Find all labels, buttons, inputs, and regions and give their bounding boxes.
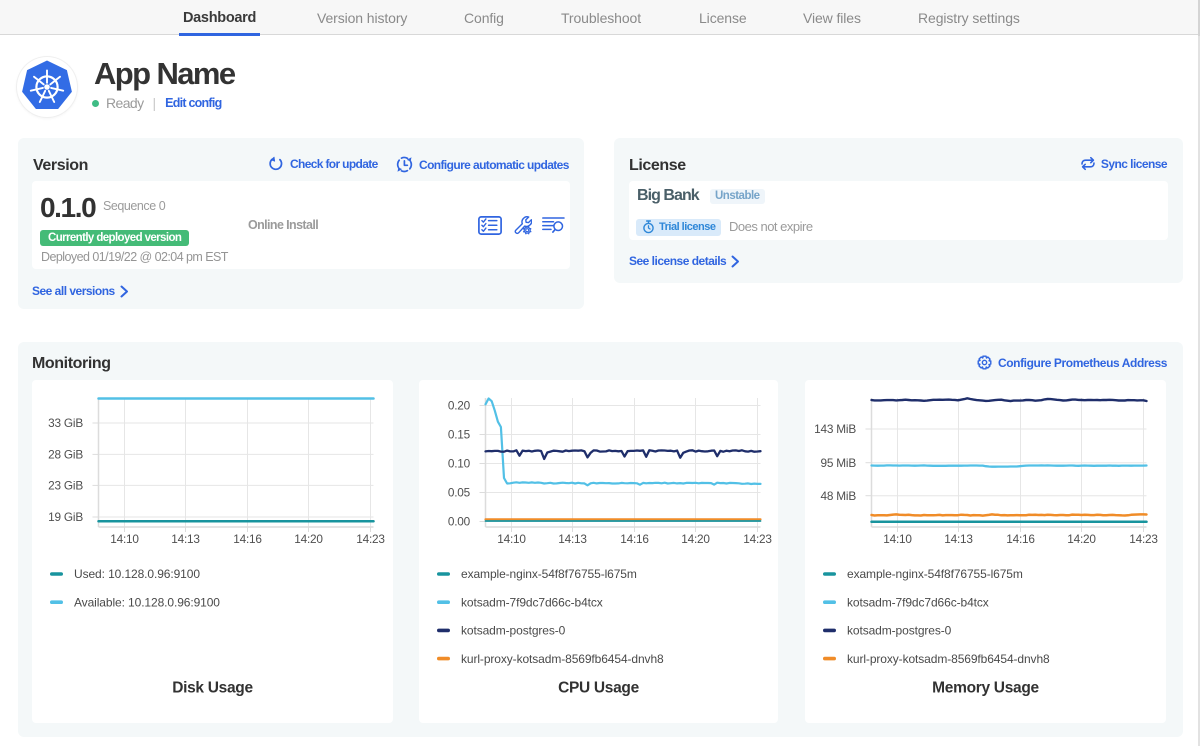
svg-text:14:20: 14:20 <box>294 532 323 546</box>
svg-text:0.00: 0.00 <box>448 515 471 529</box>
svg-text:0.15: 0.15 <box>448 428 471 442</box>
svg-text:14:10: 14:10 <box>110 532 139 546</box>
svg-text:14:23: 14:23 <box>1129 532 1158 546</box>
svg-text:0.05: 0.05 <box>448 486 471 500</box>
svg-text:14:23: 14:23 <box>743 532 772 546</box>
svg-text:14:23: 14:23 <box>356 532 385 546</box>
svg-text:Disk Usage: Disk Usage <box>172 680 253 697</box>
svg-text:14:13: 14:13 <box>558 532 587 546</box>
svg-text:kotsadm-7f9dc7d66c-b4tcx: kotsadm-7f9dc7d66c-b4tcx <box>847 595 989 609</box>
svg-text:kotsadm-postgres-0: kotsadm-postgres-0 <box>461 624 566 638</box>
svg-text:kotsadm-postgres-0: kotsadm-postgres-0 <box>847 624 952 638</box>
svg-text:example-nginx-54f8f76755-l675m: example-nginx-54f8f76755-l675m <box>847 567 1023 581</box>
svg-text:14:10: 14:10 <box>883 532 912 546</box>
svg-text:14:20: 14:20 <box>681 532 710 546</box>
svg-text:kurl-proxy-kotsadm-8569fb6454-: kurl-proxy-kotsadm-8569fb6454-dnvh8 <box>847 652 1050 666</box>
svg-text:14:10: 14:10 <box>497 532 526 546</box>
svg-text:Memory Usage: Memory Usage <box>932 680 1039 697</box>
svg-text:0.10: 0.10 <box>448 457 471 471</box>
svg-text:33 GiB: 33 GiB <box>48 416 83 430</box>
svg-text:14:13: 14:13 <box>171 532 200 546</box>
svg-text:14:20: 14:20 <box>1067 532 1096 546</box>
svg-text:14:16: 14:16 <box>1006 532 1035 546</box>
svg-text:Available: 10.128.0.96:9100: Available: 10.128.0.96:9100 <box>74 595 220 609</box>
svg-text:19 GiB: 19 GiB <box>48 510 83 524</box>
svg-text:28 GiB: 28 GiB <box>48 448 83 462</box>
svg-text:23 GiB: 23 GiB <box>48 479 83 493</box>
svg-text:14:13: 14:13 <box>944 532 973 546</box>
svg-text:kotsadm-7f9dc7d66c-b4tcx: kotsadm-7f9dc7d66c-b4tcx <box>461 595 603 609</box>
svg-text:14:16: 14:16 <box>233 532 262 546</box>
svg-text:kurl-proxy-kotsadm-8569fb6454-: kurl-proxy-kotsadm-8569fb6454-dnvh8 <box>461 652 664 666</box>
svg-text:Used: 10.128.0.96:9100: Used: 10.128.0.96:9100 <box>74 567 200 581</box>
svg-text:14:16: 14:16 <box>620 532 649 546</box>
svg-text:0.20: 0.20 <box>448 399 471 413</box>
svg-text:143 MiB: 143 MiB <box>814 422 856 436</box>
svg-text:95 MiB: 95 MiB <box>820 456 856 470</box>
svg-text:example-nginx-54f8f76755-l675m: example-nginx-54f8f76755-l675m <box>461 567 637 581</box>
svg-text:48 MiB: 48 MiB <box>820 489 856 503</box>
svg-text:CPU Usage: CPU Usage <box>558 680 640 697</box>
